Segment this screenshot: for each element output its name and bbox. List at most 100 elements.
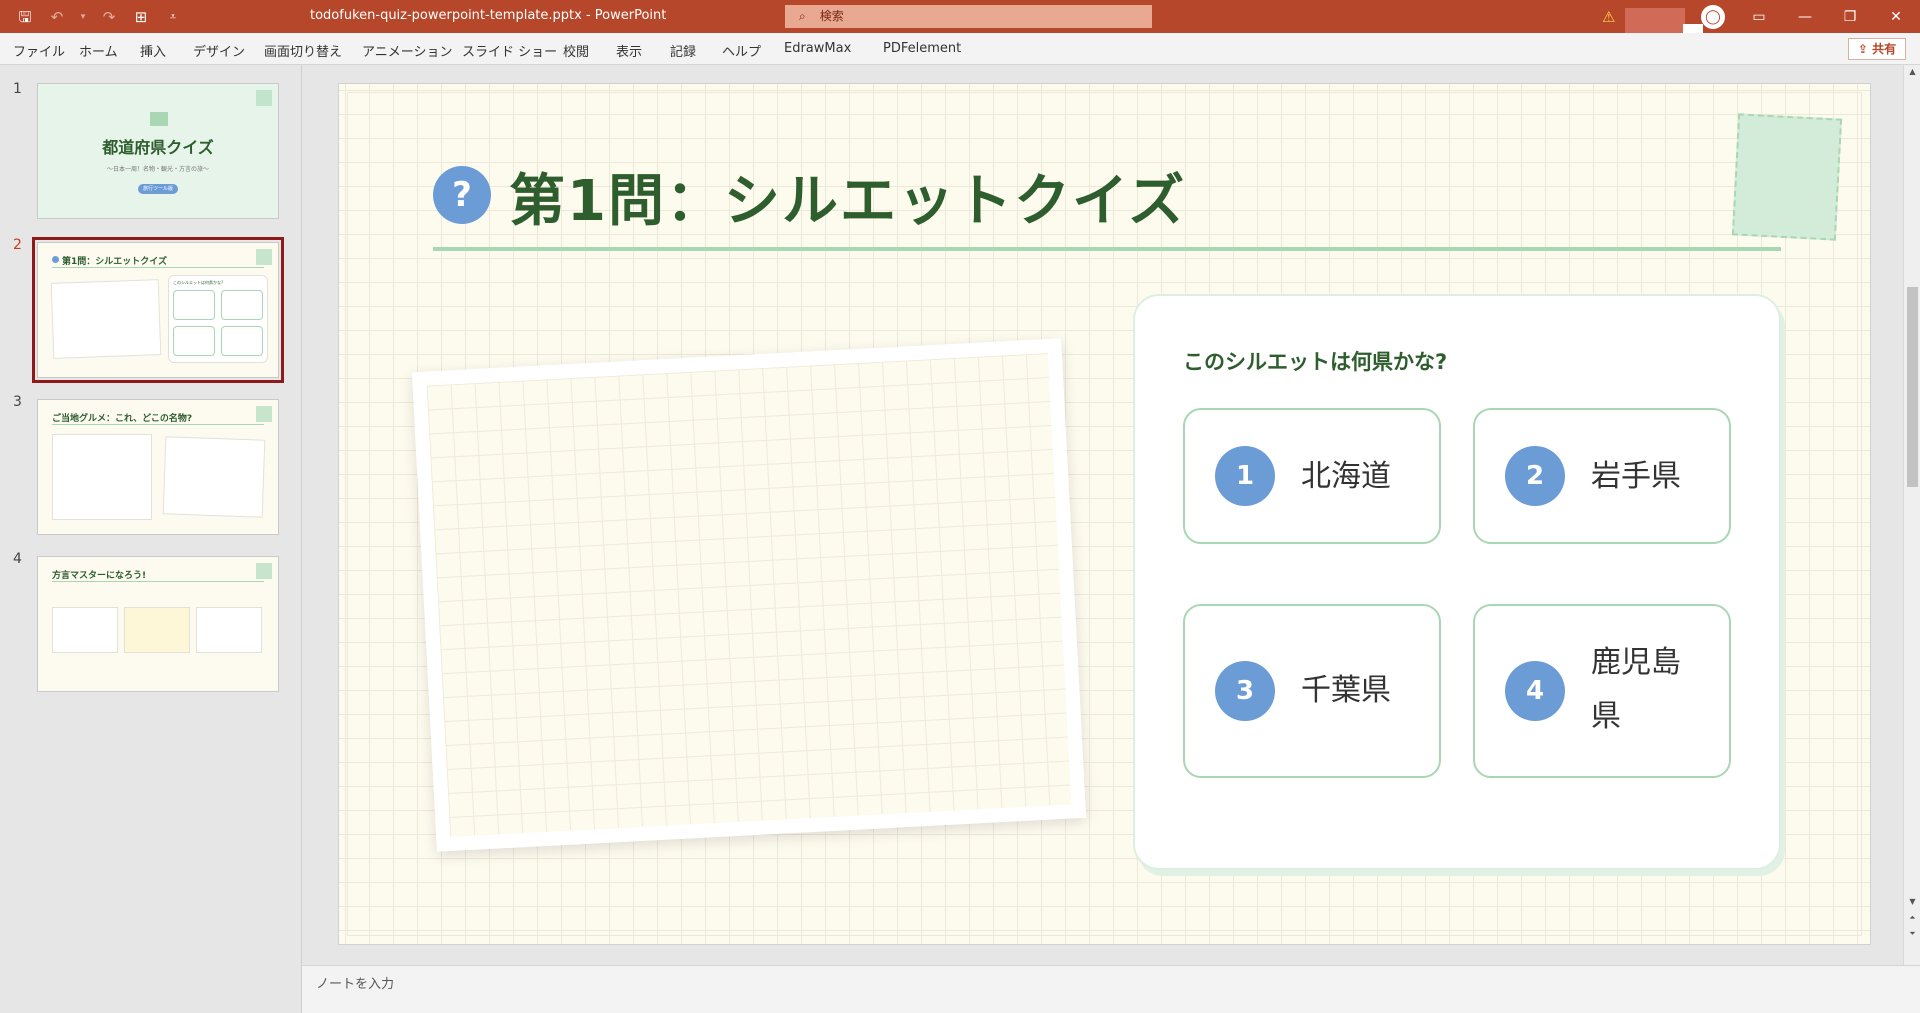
previous-slide-icon[interactable]: ⏶ [1904, 913, 1920, 923]
save-icon[interactable]: 🖫 [14, 6, 36, 28]
thumb-title: ご当地グルメ：これ、どこの名物? [52, 414, 193, 424]
search-icon: ⌕ [799, 9, 806, 23]
thumb-photo-frame [50, 279, 162, 359]
thumb-option [221, 326, 263, 356]
slide-thumbnail-3[interactable]: ご当地グルメ：これ、どこの名物? [37, 399, 279, 535]
current-slide[interactable]: ? 第1問：シルエットクイズ このシルエットは何県かな? 1 北海道 2 岩手県… [338, 83, 1871, 945]
present-icon[interactable]: ⊞ [130, 6, 152, 28]
slide-thumbnail-1[interactable]: 都道府県クイズ 〜日本一周！名物・観光・方言の旅〜 旅行ツール版 [37, 83, 279, 219]
option-number: 4 [1505, 661, 1565, 721]
slide-number: 3 [13, 394, 22, 410]
menu-view[interactable]: 表示 [616, 41, 642, 60]
search-input[interactable]: ⌕ 検索 [785, 5, 1152, 28]
slide-thumbnail-2[interactable]: 第1問：シルエットクイズ このシルエットは何県かな? [32, 237, 284, 383]
option-number: 2 [1505, 446, 1565, 506]
quick-access-toolbar: 🖫 ↶ ▾ ↷ ⊞ ⩡ [14, 6, 184, 28]
notes-placeholder: ノートを入力 [316, 977, 395, 992]
search-placeholder: 検索 [819, 9, 844, 23]
share-icon: ⇪ [1857, 42, 1868, 56]
thumb-option [221, 290, 263, 320]
thumb-rule [52, 581, 264, 582]
user-icon[interactable]: ◯ [1701, 5, 1725, 29]
option-label: 岩手県 [1591, 459, 1681, 494]
thumb-badge: 旅行ツール版 [138, 184, 178, 194]
option-number: 3 [1215, 661, 1275, 721]
thumb-option [173, 290, 215, 320]
thumb-decoration [256, 90, 272, 106]
thumb-dialect-card [124, 607, 190, 653]
title-bar: 🖫 ↶ ▾ ↷ ⊞ ⩡ todofuken-quiz-powerpoint-te… [0, 0, 1920, 36]
undo-dropdown-icon[interactable]: ▾ [78, 6, 88, 28]
quiz-card[interactable]: このシルエットは何県かな? 1 北海道 2 岩手県 3 千葉県 4 鹿児島県 [1133, 294, 1781, 870]
menu-design[interactable]: デザイン [193, 41, 245, 60]
thumb-dialect-card [196, 607, 262, 653]
thumb-title: 第1問：シルエットクイズ [62, 257, 167, 267]
minimize-icon[interactable]: — [1793, 6, 1817, 28]
thumb-title: 方言マスターになろう! [52, 571, 147, 581]
undo-icon[interactable]: ↶ [46, 6, 68, 28]
next-slide-icon[interactable]: ⏷ [1904, 929, 1920, 939]
thumb-decoration [256, 563, 272, 579]
slide-title[interactable]: 第1問：シルエットクイズ [509, 156, 1186, 237]
thumb-option [173, 326, 215, 356]
slide-number: 1 [13, 81, 22, 97]
close-icon[interactable]: ✕ [1884, 6, 1908, 28]
slide-number: 4 [13, 551, 22, 567]
thumb-rule [52, 267, 264, 268]
ribbon-display-icon[interactable]: ▭ [1747, 6, 1771, 28]
scrollbar-thumb[interactable] [1907, 287, 1918, 487]
scroll-down-icon[interactable]: ▼ [1904, 897, 1920, 906]
warning-icon[interactable]: ⚠ [1602, 8, 1615, 26]
thumb-quiz-card: このシルエットは何県かな? [168, 275, 268, 363]
slide-thumbnail-4[interactable]: 方言マスターになろう! [37, 556, 279, 692]
option-1[interactable]: 1 北海道 [1183, 408, 1441, 544]
menu-file[interactable]: ファイル [13, 41, 65, 60]
silhouette-image-placeholder[interactable] [411, 338, 1087, 852]
menu-animations[interactable]: アニメーション [362, 41, 452, 60]
menu-transitions[interactable]: 画面切り替え [264, 41, 342, 60]
menu-record[interactable]: 記録 [670, 41, 696, 60]
redo-icon[interactable]: ↷ [98, 6, 120, 28]
option-label: 鹿児島県 [1591, 645, 1681, 734]
notes-pane[interactable]: ノートを入力 [302, 965, 1920, 1013]
thumb-rule [52, 424, 264, 425]
title-underline [433, 247, 1781, 251]
thumb-dialect-card [52, 607, 118, 653]
menu-slideshow[interactable]: スライド ショー [462, 41, 557, 60]
restore-icon[interactable]: ❐ [1838, 6, 1862, 28]
scroll-up-icon[interactable]: ▲ [1904, 67, 1920, 76]
thumb-decoration [256, 249, 272, 265]
share-label: 共有 [1872, 42, 1897, 56]
option-3[interactable]: 3 千葉県 [1183, 604, 1441, 778]
menu-review[interactable]: 校閲 [563, 41, 589, 60]
thumb-hints-box [52, 434, 152, 520]
menu-help[interactable]: ヘルプ [722, 41, 761, 60]
option-4[interactable]: 4 鹿児島県 [1473, 604, 1731, 778]
menu-pdfelement[interactable]: PDFelement [883, 41, 961, 56]
menu-home[interactable]: ホーム [79, 41, 118, 60]
thumb-subtitle: 〜日本一周！名物・観光・方言の旅〜 [106, 166, 209, 173]
question-mark-icon: ? [433, 166, 491, 224]
slide-number: 2 [13, 237, 22, 253]
option-label: 北海道 [1301, 459, 1391, 494]
thumb-title: 都道府県クイズ [102, 138, 214, 157]
slide-thumbnail-pane: 1 都道府県クイズ 〜日本一周！名物・観光・方言の旅〜 旅行ツール版 2 第1問… [0, 65, 302, 1013]
menu-insert[interactable]: 挿入 [140, 41, 166, 60]
option-label: 千葉県 [1301, 673, 1391, 708]
share-button[interactable]: ⇪ 共有 [1848, 38, 1906, 60]
corner-decoration [1731, 113, 1843, 241]
option-2[interactable]: 2 岩手県 [1473, 408, 1731, 544]
account-name[interactable] [1625, 8, 1685, 36]
question-icon [52, 256, 59, 263]
slide-editing-area: ? 第1問：シルエットクイズ このシルエットは何県かな? 1 北海道 2 岩手県… [302, 65, 1903, 965]
option-number: 1 [1215, 446, 1275, 506]
vertical-scrollbar[interactable]: ▲ ▼ ⏶ ⏷ [1903, 65, 1920, 965]
thumb-decoration [256, 406, 272, 422]
thumb-photo-frame [162, 436, 266, 518]
document-title: todofuken-quiz-powerpoint-template.pptx … [310, 8, 667, 23]
menu-edrawmax[interactable]: EdrawMax [784, 41, 851, 56]
customize-icon[interactable]: ⩡ [162, 6, 184, 28]
menu-bar: ファイル ホーム 挿入 デザイン 画面切り替え アニメーション スライド ショー… [0, 33, 1920, 65]
map-icon [150, 112, 168, 126]
thumb-question: このシルエットは何県かな? [173, 280, 224, 285]
